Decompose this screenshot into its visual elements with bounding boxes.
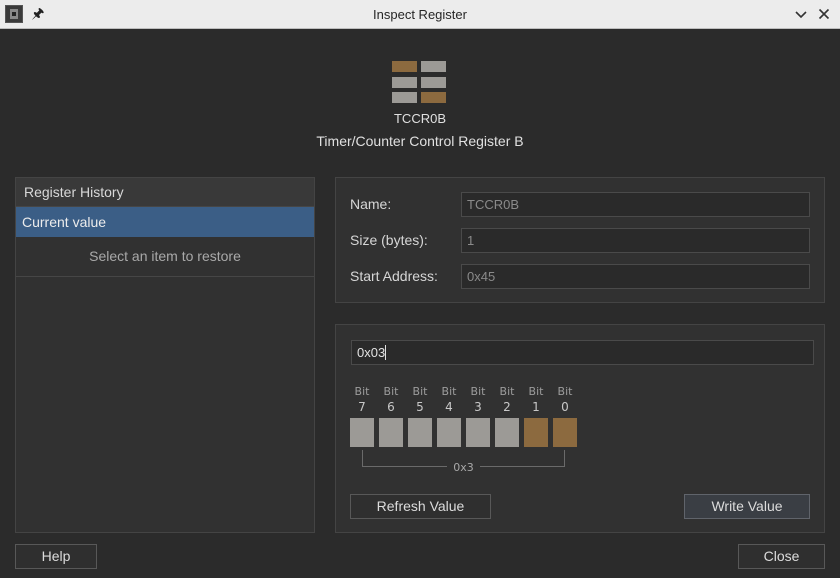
chevron-down-icon[interactable]	[793, 6, 809, 22]
bit-index: 2	[503, 400, 511, 414]
bit-index: 5	[416, 400, 424, 414]
size-label: Size (bytes):	[350, 232, 428, 248]
bit-index: 0	[561, 400, 569, 414]
register-icon	[392, 61, 447, 104]
bit-toggle-5[interactable]	[408, 418, 432, 447]
history-header[interactable]: Register History	[16, 178, 314, 207]
bit-label: Bit	[499, 385, 515, 398]
bit-index: 6	[387, 400, 395, 414]
bit-0: Bit 0	[553, 386, 577, 447]
register-value-group: 0x03 Bit 7 Bit 6 Bit 5 Bit 4 Bit 3 Bit 2 Bit 1 Bit 0 0x…	[335, 324, 825, 533]
register-name: TCCR0B	[393, 111, 446, 126]
close-icon[interactable]	[816, 6, 832, 22]
bit-label: Bit	[412, 385, 428, 398]
bit-label: Bit	[383, 385, 399, 398]
bit-label: Bit	[470, 385, 486, 398]
bit-index: 3	[474, 400, 482, 414]
bit-toggle-2[interactable]	[495, 418, 519, 447]
write-value-button[interactable]: Write Value	[684, 494, 810, 519]
name-field: TCCR0B	[461, 192, 810, 217]
size-field: 1	[461, 228, 810, 253]
window-title: Inspect Register	[373, 7, 467, 22]
refresh-value-button[interactable]: Refresh Value	[350, 494, 491, 519]
bit-5: Bit 5	[408, 386, 432, 447]
nibble-bracket: 0x3	[362, 450, 565, 474]
bit-label: Bit	[441, 385, 457, 398]
start-address-label: Start Address:	[350, 268, 438, 284]
value-text: 0x03	[357, 345, 386, 360]
history-hint: Select an item to restore	[16, 237, 314, 277]
name-label: Name:	[350, 196, 392, 212]
bit-4: Bit 4	[437, 386, 461, 447]
register-info-group: Name: TCCR0B Size (bytes): 1 Start Addre…	[335, 177, 825, 303]
bit-toggle-3[interactable]	[466, 418, 490, 447]
bit-index: 1	[532, 400, 540, 414]
bit-3: Bit 3	[466, 386, 490, 447]
bit-index: 4	[445, 400, 453, 414]
bit-6: Bit 6	[379, 386, 403, 447]
bit-toggle-4[interactable]	[437, 418, 461, 447]
bit-2: Bit 2	[495, 386, 519, 447]
start-address-field: 0x45	[461, 264, 810, 289]
nibble-label: 0x3	[447, 461, 480, 474]
register-history-panel: Register History Current value Select an…	[15, 177, 315, 533]
help-button[interactable]: Help	[15, 544, 97, 569]
title-bar: 🖈 Inspect Register	[0, 0, 840, 29]
bit-toggle-7[interactable]	[350, 418, 374, 447]
bit-toggle-6[interactable]	[379, 418, 403, 447]
bit-index: 7	[358, 400, 366, 414]
bit-label: Bit	[354, 385, 370, 398]
register-description: Timer/Counter Control Register B	[316, 133, 524, 149]
bit-label: Bit	[557, 385, 573, 398]
bit-toggle-0[interactable]	[553, 418, 577, 447]
bit-label: Bit	[528, 385, 544, 398]
bit-1: Bit 1	[524, 386, 548, 447]
history-item-current[interactable]: Current value	[16, 207, 314, 237]
close-button[interactable]: Close	[738, 544, 825, 569]
bit-toggle-1[interactable]	[524, 418, 548, 447]
value-input[interactable]: 0x03	[351, 340, 814, 365]
bit-7: Bit 7	[350, 386, 374, 447]
